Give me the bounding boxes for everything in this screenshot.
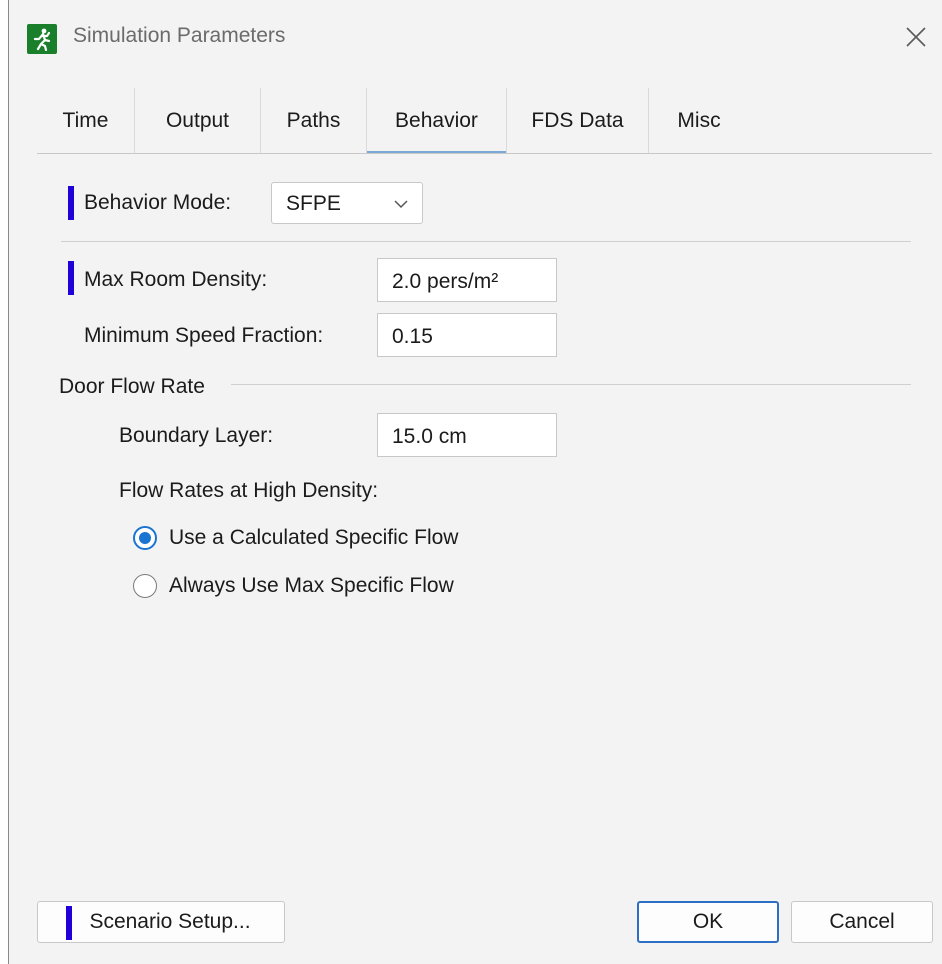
scenario-setup-button[interactable]: Scenario Setup... <box>37 901 285 943</box>
tab-divider <box>37 153 932 154</box>
simulation-parameters-dialog: Simulation Parameters Time Output Paths … <box>8 0 942 964</box>
behavior-mode-label: Behavior Mode: <box>84 191 232 214</box>
min-speed-fraction-value: 0.15 <box>392 325 433 348</box>
radio-calculated-specific-flow[interactable]: Use a Calculated Specific Flow <box>133 526 458 550</box>
cancel-label: Cancel <box>829 910 895 933</box>
tab-paths[interactable]: Paths <box>261 88 367 154</box>
max-room-density-input[interactable]: 2.0 pers/m² <box>377 258 557 302</box>
boundary-layer-value: 15.0 cm <box>392 425 467 448</box>
required-marker <box>68 261 74 295</box>
ok-button[interactable]: OK <box>637 901 779 943</box>
tab-behavior[interactable]: Behavior <box>367 88 507 154</box>
radio-max-specific-flow[interactable]: Always Use Max Specific Flow <box>133 574 454 598</box>
boundary-layer-label: Boundary Layer: <box>119 424 274 447</box>
radio-button-checked[interactable] <box>133 526 157 550</box>
behavior-mode-value: SFPE <box>286 192 341 215</box>
behavior-mode-select[interactable]: SFPE <box>271 182 423 224</box>
required-marker <box>66 906 72 940</box>
radio-label: Always Use Max Specific Flow <box>169 574 454 597</box>
close-button[interactable] <box>890 14 942 60</box>
window-title: Simulation Parameters <box>73 24 286 47</box>
tab-bar: Time Output Paths Behavior FDS Data Misc <box>37 88 749 154</box>
flow-rates-high-density-label: Flow Rates at High Density: <box>119 479 379 502</box>
min-speed-fraction-label: Minimum Speed Fraction: <box>84 324 324 347</box>
min-speed-fraction-input[interactable]: 0.15 <box>377 313 557 357</box>
close-icon <box>906 27 926 47</box>
ok-label: OK <box>692 910 724 933</box>
tab-output[interactable]: Output <box>135 88 261 154</box>
tab-misc[interactable]: Misc <box>649 88 749 154</box>
tab-fds-data[interactable]: FDS Data <box>507 88 649 154</box>
radio-label: Use a Calculated Specific Flow <box>169 526 459 549</box>
required-marker <box>68 186 74 220</box>
title-bar: Simulation Parameters <box>9 0 942 76</box>
scenario-setup-label: Scenario Setup... <box>89 910 251 933</box>
max-room-density-value: 2.0 pers/m² <box>392 270 499 293</box>
chevron-down-icon <box>394 200 408 209</box>
door-flow-rate-group-label: Door Flow Rate <box>59 375 205 398</box>
running-man-icon <box>27 24 57 54</box>
boundary-layer-input[interactable]: 15.0 cm <box>377 413 557 457</box>
cancel-button[interactable]: Cancel <box>791 901 933 943</box>
group-divider <box>231 384 911 385</box>
tab-time[interactable]: Time <box>37 88 135 154</box>
section-divider <box>61 241 911 242</box>
radio-button[interactable] <box>133 574 157 598</box>
max-room-density-label: Max Room Density: <box>84 268 268 291</box>
